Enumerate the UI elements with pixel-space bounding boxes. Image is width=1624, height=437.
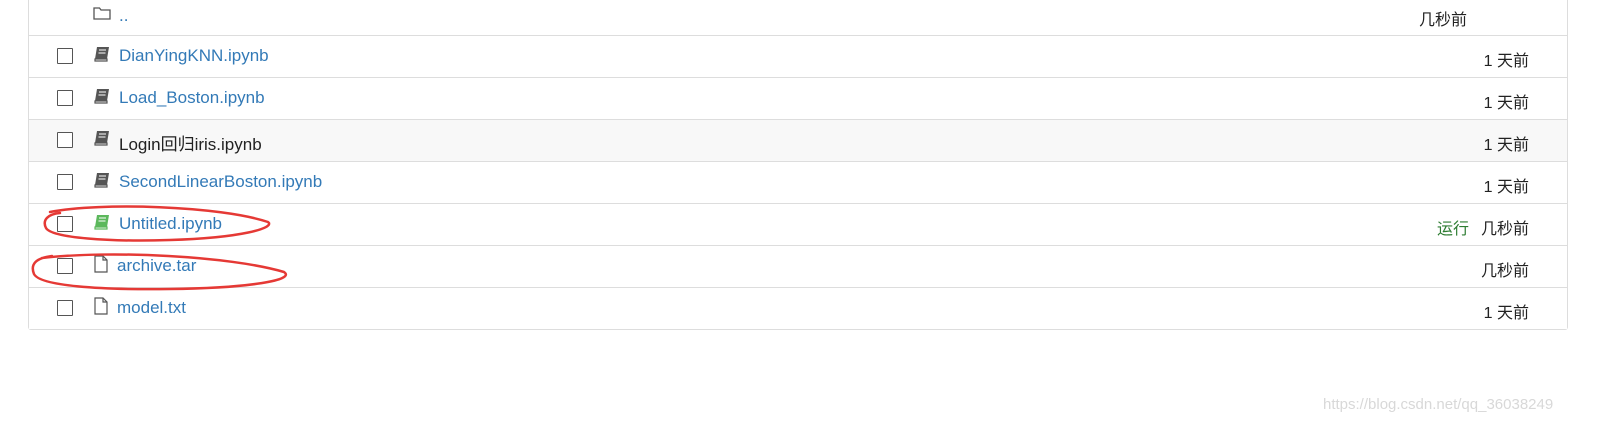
file-name-link[interactable]: Login回归iris.ipynb bbox=[119, 130, 262, 155]
file-icon bbox=[93, 297, 111, 315]
list-item-parent-folder[interactable]: .. 几秒前 bbox=[29, 0, 1567, 35]
list-item-second-linear-boston[interactable]: SecondLinearBoston.ipynb 1 天前 bbox=[29, 161, 1567, 203]
modified-time: 几秒前 bbox=[1418, 12, 1467, 29]
notebook-icon bbox=[93, 171, 111, 189]
modified-time: 1 天前 bbox=[1483, 137, 1529, 154]
list-item-model-txt[interactable]: model.txt 1 天前 bbox=[29, 287, 1567, 329]
watermark: https://blog.csdn.net/qq_36038249 bbox=[1323, 396, 1554, 413]
file-name-link[interactable]: SecondLinearBoston.ipynb bbox=[119, 172, 322, 192]
notebook-icon bbox=[93, 87, 111, 105]
modified-time: 1 天前 bbox=[1483, 305, 1529, 322]
modified-time: 几秒前 bbox=[1480, 221, 1529, 238]
file-name-link[interactable]: model.txt bbox=[117, 298, 186, 318]
list-item-untitled[interactable]: Untitled.ipynb 运行 几秒前 bbox=[29, 203, 1567, 245]
file-name-link[interactable]: DianYingKNN.ipynb bbox=[119, 46, 269, 66]
select-checkbox[interactable] bbox=[57, 174, 73, 190]
list-item-login-iris[interactable]: Login回归iris.ipynb 1 天前 bbox=[29, 119, 1567, 161]
file-name-link[interactable]: archive.tar bbox=[117, 256, 196, 276]
select-checkbox[interactable] bbox=[57, 48, 73, 64]
file-name-link[interactable]: .. bbox=[119, 6, 128, 26]
notebook-icon bbox=[93, 45, 111, 63]
list-item-archive-tar[interactable]: archive.tar 几秒前 bbox=[29, 245, 1567, 287]
folder-icon bbox=[93, 5, 111, 23]
running-status: 运行 bbox=[1436, 221, 1469, 238]
modified-time: 1 天前 bbox=[1483, 95, 1529, 112]
modified-time: 几秒前 bbox=[1480, 263, 1529, 280]
file-name-link[interactable]: Untitled.ipynb bbox=[119, 214, 222, 234]
list-item-dianyingknn[interactable]: DianYingKNN.ipynb 1 天前 bbox=[29, 35, 1567, 77]
file-icon bbox=[93, 255, 111, 273]
select-checkbox[interactable] bbox=[57, 300, 73, 316]
file-browser-page: .. 几秒前 DianYingKNN.ipynb 1 天前 Load_Bosto… bbox=[0, 0, 1624, 437]
select-checkbox[interactable] bbox=[57, 216, 73, 232]
running-notebook-icon bbox=[93, 213, 111, 231]
select-checkbox[interactable] bbox=[57, 258, 73, 274]
modified-time: 1 天前 bbox=[1483, 53, 1529, 70]
select-checkbox[interactable] bbox=[57, 90, 73, 106]
select-checkbox[interactable] bbox=[57, 132, 73, 148]
file-name-link[interactable]: Load_Boston.ipynb bbox=[119, 88, 265, 108]
list-item-load-boston[interactable]: Load_Boston.ipynb 1 天前 bbox=[29, 77, 1567, 119]
modified-time: 1 天前 bbox=[1483, 179, 1529, 196]
file-list: .. 几秒前 DianYingKNN.ipynb 1 天前 Load_Bosto… bbox=[28, 0, 1568, 330]
notebook-icon bbox=[93, 129, 111, 147]
